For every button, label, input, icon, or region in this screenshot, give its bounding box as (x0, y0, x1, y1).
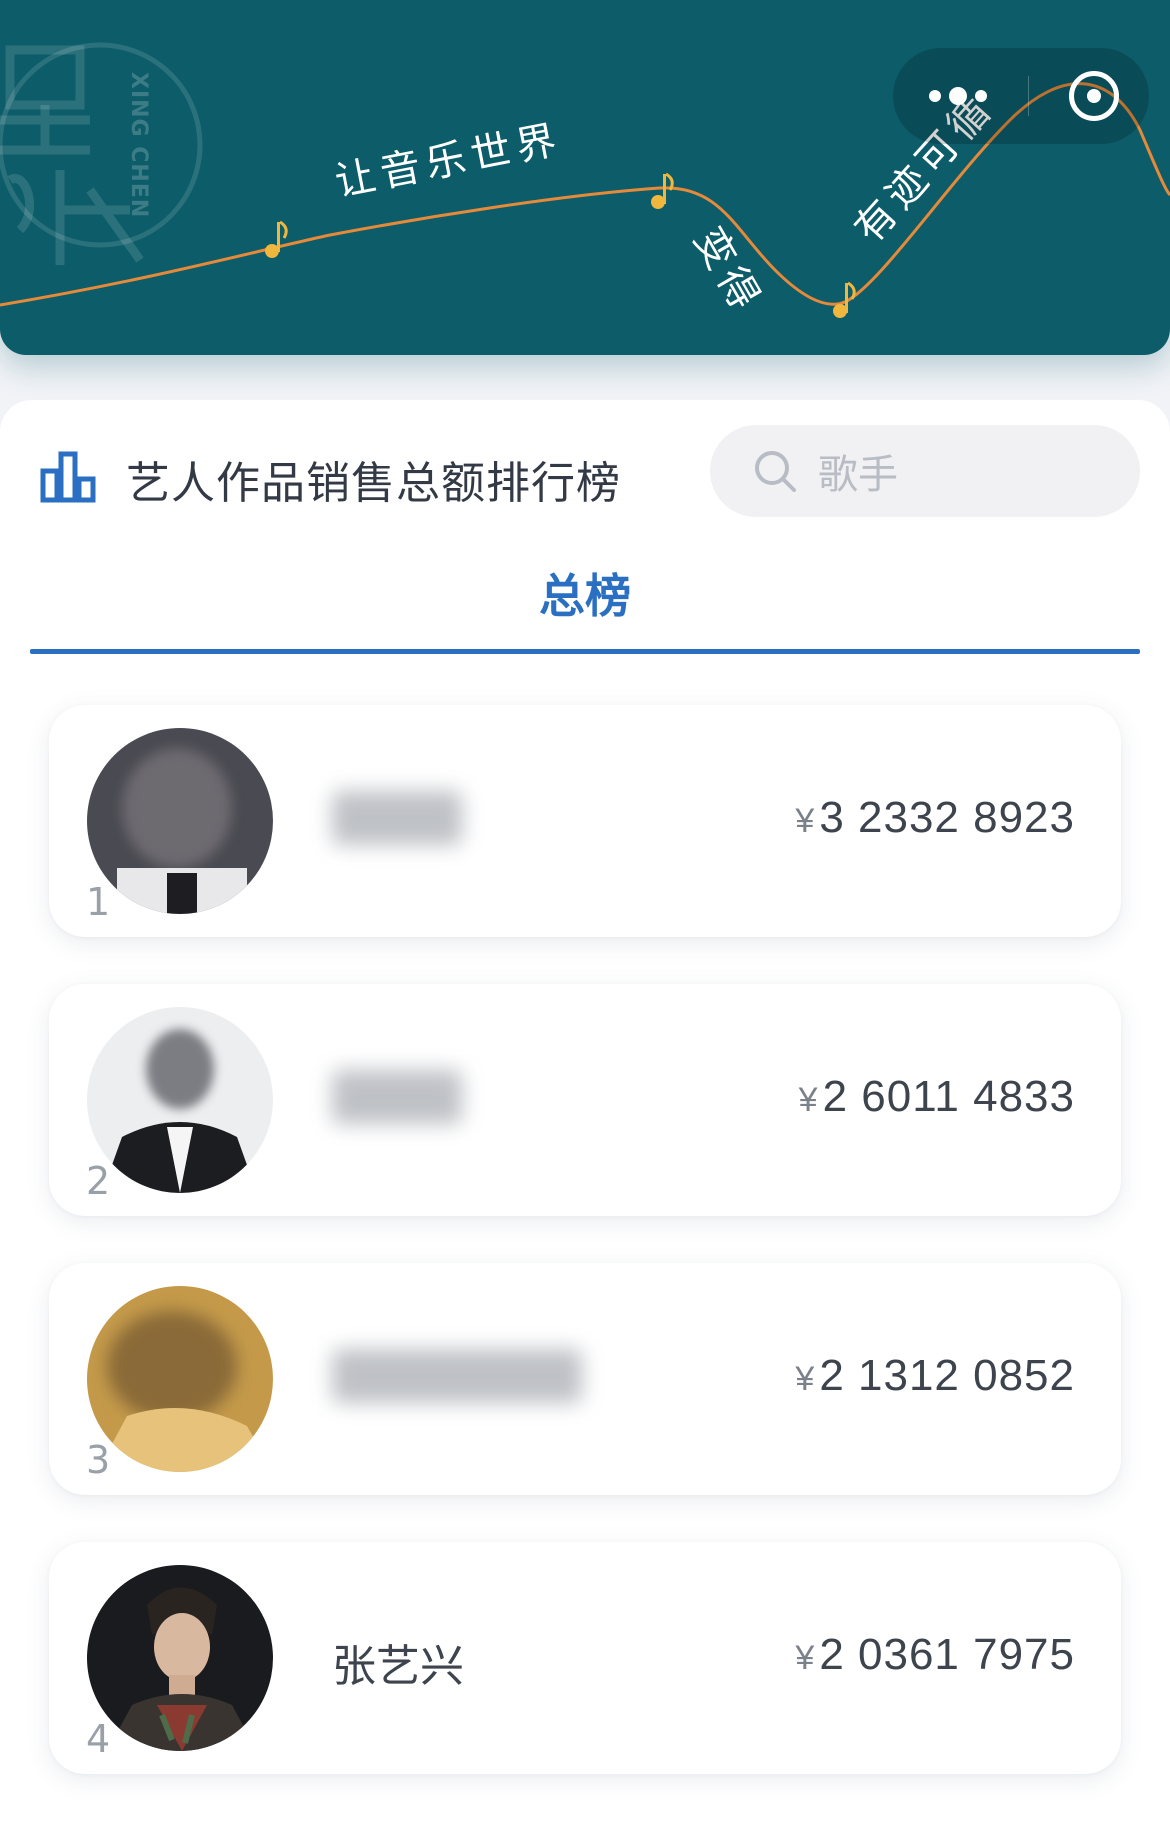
avatar (87, 728, 273, 914)
currency-symbol: ¥ (798, 1081, 819, 1119)
xingchen-logo (0, 42, 203, 265)
tab-overall[interactable]: 总榜 (0, 560, 1170, 626)
sales-amount: ¥2 1312 0852 (795, 1351, 1075, 1401)
bar-chart-icon (40, 451, 96, 503)
page-title: 艺人作品销售总额排行榜 (126, 458, 621, 509)
sales-amount: ¥2 0361 7975 (795, 1630, 1075, 1680)
search-bar[interactable]: 歌手 (710, 425, 1140, 517)
amount-value: 3 2332 8923 (819, 793, 1075, 842)
rank-number: 4 (86, 1717, 111, 1761)
amount-value: 2 0361 7975 (819, 1630, 1075, 1679)
tab-indicator (30, 649, 1140, 654)
capsule-divider (1027, 76, 1029, 116)
currency-symbol: ¥ (795, 802, 816, 840)
artist-name (332, 1349, 582, 1403)
search-icon (755, 451, 796, 492)
list-item[interactable]: 3 ¥2 1312 0852 (49, 1263, 1121, 1495)
ranking-header: 艺人作品销售总额排行榜 歌手 (40, 425, 1140, 517)
sales-amount: ¥2 6011 4833 (799, 1072, 1075, 1122)
avatar (87, 1565, 273, 1751)
currency-symbol: ¥ (795, 1360, 816, 1398)
artist-name: 张艺兴 (332, 1641, 464, 1692)
target-icon[interactable] (1069, 71, 1119, 121)
search-input[interactable]: 歌手 (818, 442, 898, 500)
miniprogram-capsule (893, 48, 1149, 144)
rank-number: 1 (86, 880, 111, 924)
header-banner: XING CHEN 让音乐世界 变得 有迹可循 (0, 0, 1170, 355)
avatar (87, 1007, 273, 1193)
artist-name (332, 791, 462, 845)
logo-wordmark: XING CHEN (126, 72, 151, 219)
artist-name (332, 1070, 462, 1124)
rank-number: 3 (86, 1438, 111, 1482)
amount-value: 2 6011 4833 (822, 1072, 1075, 1121)
avatar (87, 1286, 273, 1472)
currency-symbol: ¥ (795, 1639, 816, 1677)
more-dots-icon[interactable] (929, 87, 987, 105)
sales-amount: ¥3 2332 8923 (795, 793, 1075, 843)
list-item[interactable]: 2 ¥2 6011 4833 (49, 984, 1121, 1216)
rank-number: 2 (86, 1159, 111, 1203)
amount-value: 2 1312 0852 (819, 1351, 1075, 1400)
list-item[interactable]: 4 张艺兴 ¥2 0361 7975 (49, 1542, 1121, 1774)
list-item[interactable]: 1 ¥3 2332 8923 (49, 705, 1121, 937)
